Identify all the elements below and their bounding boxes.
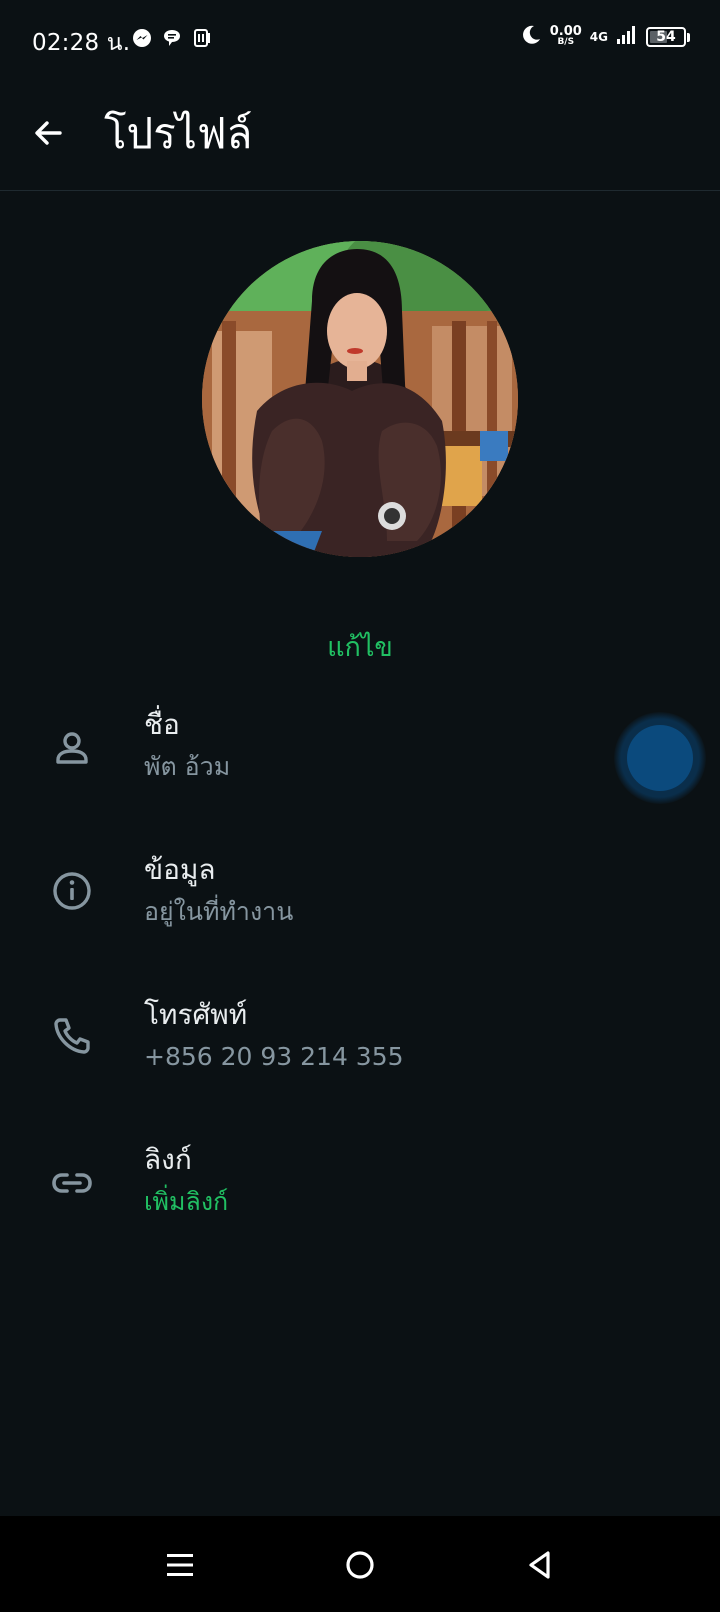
about-value: อยู่ในที่ทำงาน: [144, 897, 294, 926]
name-value: พัต อ้วม: [144, 752, 231, 781]
name-row[interactable]: ชื่อ พัต อ้วม: [0, 702, 720, 822]
about-label: ข้อมูล: [144, 853, 216, 886]
system-nav-bar: [0, 1516, 720, 1612]
phone-label: โทรศัพท์: [144, 998, 248, 1031]
network-type: 4G: [589, 30, 608, 44]
person-icon: [48, 724, 96, 772]
home-button[interactable]: [335, 1540, 385, 1590]
status-time: 02:28 น.: [32, 30, 131, 56]
app-bar: โปรไฟล์: [0, 80, 720, 191]
name-label: ชื่อ: [144, 708, 180, 741]
status-right-group: 0.00 B/S 4G 54: [520, 24, 690, 50]
add-link-button[interactable]: เพิ่มลิงก์: [144, 1185, 228, 1219]
notification-icons: [132, 28, 212, 52]
arrow-left-icon: [35, 121, 62, 145]
net-speed-unit: B/S: [557, 37, 575, 47]
battery-cap: [687, 32, 690, 42]
profile-photo[interactable]: [202, 241, 518, 557]
recents-button[interactable]: [155, 1540, 205, 1590]
battery-level: 54: [656, 29, 676, 45]
system-back-button[interactable]: [515, 1540, 565, 1590]
home-icon: [346, 1551, 374, 1579]
edit-photo-link[interactable]: แก้ไข: [0, 625, 720, 668]
messenger-icon: [132, 28, 152, 52]
moon-icon: [520, 24, 542, 50]
links-label: ลิงก์: [144, 1143, 192, 1176]
back-button[interactable]: [22, 107, 74, 159]
back-triangle-icon: [529, 1551, 550, 1579]
app-notification-icon: [192, 28, 212, 52]
chat-bubble-icon: [162, 28, 182, 52]
info-icon: [48, 867, 96, 915]
phone-value: +856 20 93 214 355: [144, 1042, 404, 1071]
profile-photo-image: [202, 241, 518, 557]
net-speed-value: 0.00: [549, 24, 582, 39]
link-icon: [48, 1159, 96, 1207]
phone-icon: [48, 1012, 96, 1060]
signal-icon: [616, 24, 638, 50]
menu-icon: [167, 1554, 193, 1576]
links-row[interactable]: ลิงก์ เพิ่มลิงก์: [0, 1137, 720, 1257]
status-bar: 02:28 น. 0.00 B/S 4G 54: [0, 0, 720, 80]
battery-icon: 54: [646, 27, 686, 47]
about-row[interactable]: ข้อมูล อยู่ในที่ทำงาน: [0, 847, 720, 967]
phone-row[interactable]: โทรศัพท์ +856 20 93 214 355: [0, 992, 720, 1112]
net-speed: 0.00 B/S: [549, 24, 582, 48]
page-title: โปรไฟล์: [104, 109, 253, 158]
